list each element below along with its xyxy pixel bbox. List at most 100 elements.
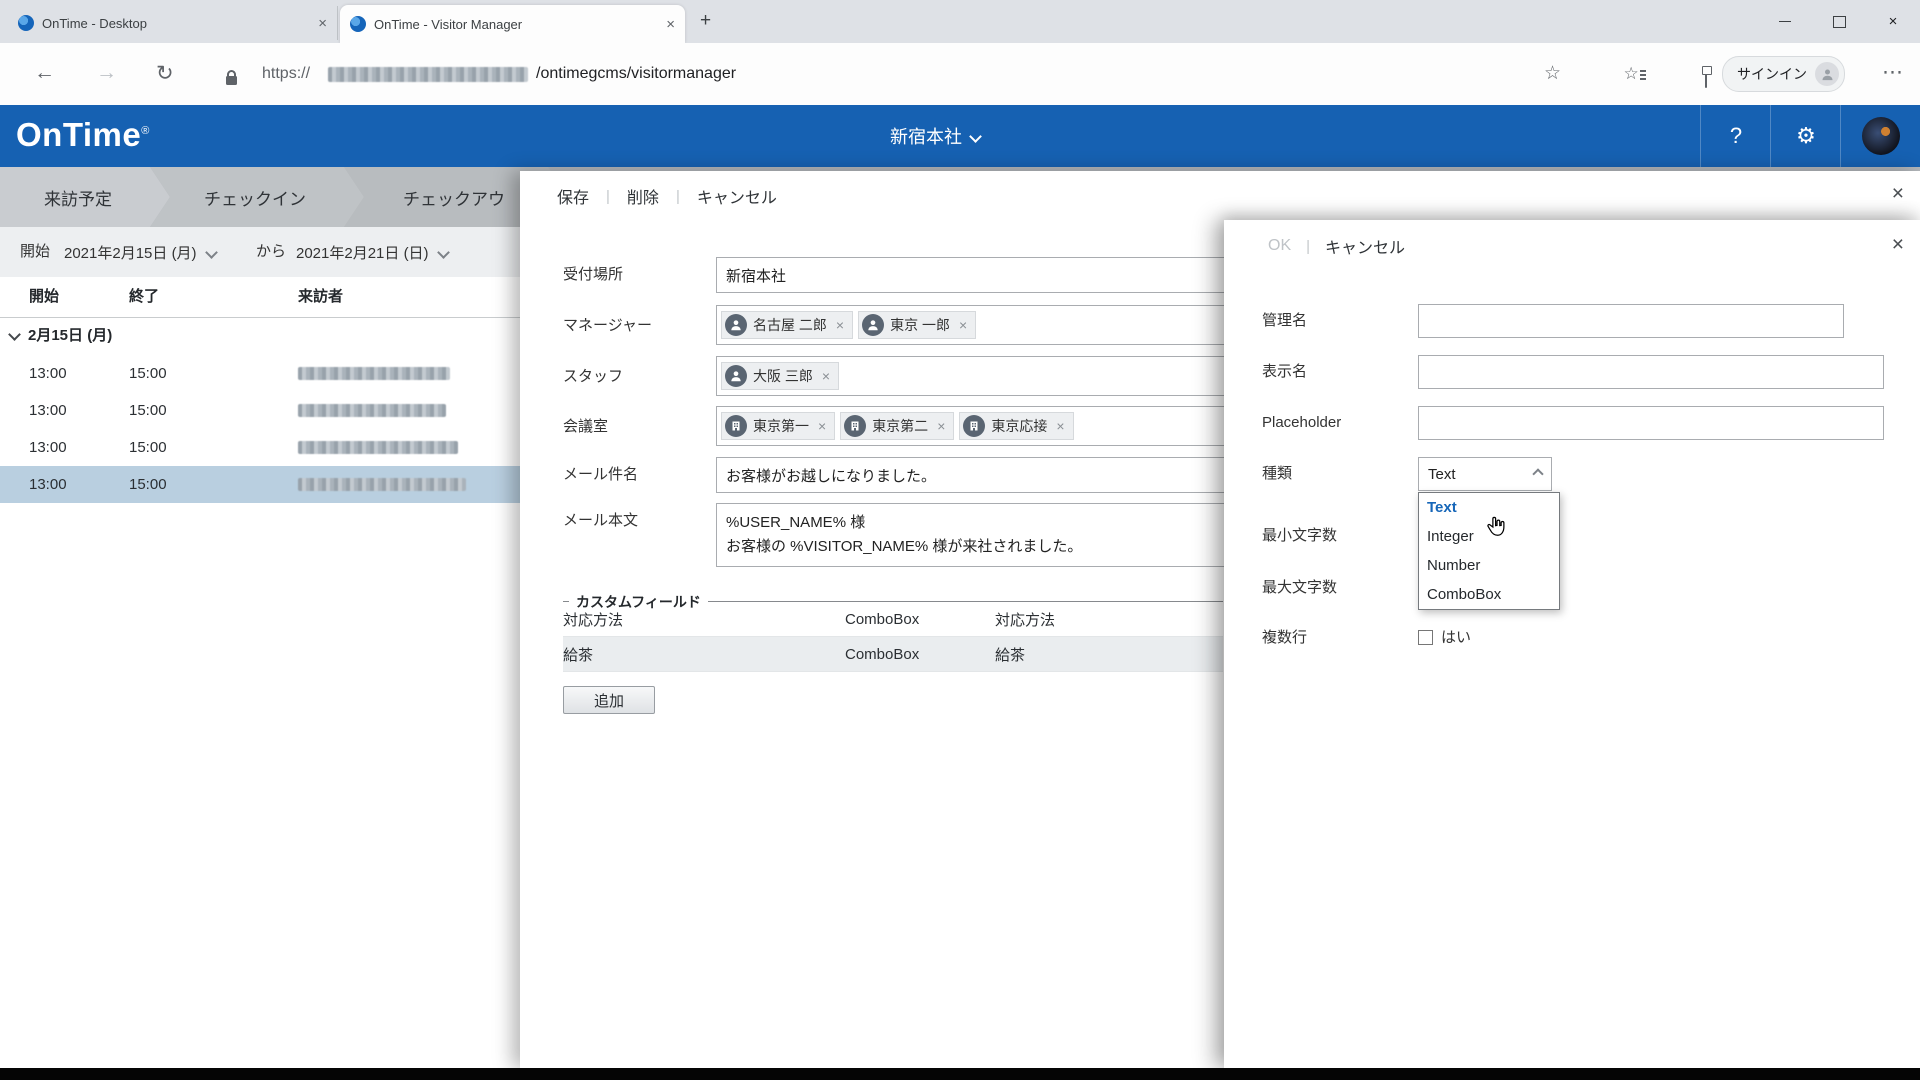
visit-row[interactable]: 13:00 15:00: [0, 355, 520, 392]
location-input[interactable]: 新宿本社: [716, 257, 1226, 293]
staff-label: スタッフ: [563, 358, 623, 396]
list-header-row: 開始 終了 来訪者: [0, 277, 520, 318]
close-icon: ×: [1889, 13, 1898, 30]
cancel-button[interactable]: キャンセル: [697, 184, 777, 208]
staff-chip[interactable]: 大阪 三郎 ×: [721, 362, 839, 390]
custom-field-row[interactable]: 給茶 ComboBox 給茶: [563, 637, 1223, 672]
mail-body-textarea[interactable]: %USER_NAME% 様 お客様の %VISITOR_NAME% 様が来社され…: [716, 503, 1226, 567]
type-select[interactable]: Text: [1418, 457, 1552, 491]
chip-remove-icon[interactable]: ×: [818, 418, 826, 434]
nav-tab-checkin[interactable]: チェックイン: [150, 167, 364, 227]
chip-remove-icon[interactable]: ×: [959, 317, 967, 333]
delete-button[interactable]: 削除: [627, 184, 659, 208]
chip-remove-icon[interactable]: ×: [836, 317, 844, 333]
favorite-star-icon[interactable]: ☆: [1544, 62, 1561, 85]
save-button[interactable]: 保存: [557, 184, 589, 208]
editor-close-icon[interactable]: ×: [1892, 183, 1904, 204]
ontime-favicon: [350, 16, 366, 32]
visitor-name-redacted: [298, 367, 450, 380]
url-path[interactable]: /ontimegcms/visitormanager: [536, 65, 736, 83]
ontime-favicon: [18, 15, 34, 31]
chip-remove-icon[interactable]: ×: [937, 418, 945, 434]
tab-close-icon[interactable]: ×: [666, 16, 675, 33]
dialog-close-icon[interactable]: ×: [1892, 234, 1904, 255]
manager-chip[interactable]: 名古屋 二郎 ×: [721, 311, 853, 339]
visit-row[interactable]: 13:00 15:00: [0, 429, 520, 466]
browser-address-bar: ← → ↻ https:// /ontimegcms/visitormanage…: [0, 43, 1920, 106]
visit-start: 13:00: [29, 466, 67, 503]
placeholder-label: Placeholder: [1262, 406, 1341, 440]
admin-name-label: 管理名: [1262, 304, 1307, 338]
window-close-button[interactable]: ×: [1866, 0, 1920, 43]
display-name-input[interactable]: [1418, 355, 1884, 389]
date-group-row[interactable]: 2月15日 (月): [0, 317, 520, 355]
dropdown-option-number[interactable]: Number: [1419, 551, 1559, 580]
collections-icon[interactable]: [1705, 69, 1707, 88]
multiline-checkbox[interactable]: [1418, 630, 1433, 645]
rooms-label: 会議室: [563, 408, 608, 446]
nav-tab-visit-schedule[interactable]: 来訪予定: [0, 167, 170, 227]
room-chip[interactable]: 東京第二 ×: [840, 412, 954, 440]
mail-subject-input[interactable]: お客様がお越しになりました。: [716, 457, 1226, 493]
app-logo: OnTime®: [16, 116, 150, 154]
mail-body-line: お客様の %VISITOR_NAME% 様が来社されました。: [726, 535, 1216, 559]
tab-ontime-desktop[interactable]: OnTime - Desktop ×: [8, 6, 338, 40]
placeholder-input[interactable]: [1418, 406, 1884, 440]
forward-icon[interactable]: →: [96, 61, 117, 85]
url-scheme: https://: [262, 65, 310, 83]
start-date-select[interactable]: 2021年2月15日 (月): [64, 227, 216, 277]
tab-close-icon[interactable]: ×: [318, 15, 327, 32]
help-button[interactable]: ?: [1700, 105, 1771, 167]
ok-button[interactable]: OK: [1268, 237, 1291, 255]
dropdown-option-combobox[interactable]: ComboBox: [1419, 580, 1559, 609]
new-tab-button[interactable]: +: [700, 10, 711, 32]
type-label: 種類: [1262, 457, 1292, 491]
add-custom-field-button[interactable]: 追加: [563, 686, 655, 714]
visit-row-selected[interactable]: 13:00 15:00: [0, 466, 520, 503]
building-icon: [963, 415, 985, 437]
mail-body-label: メール本文: [563, 509, 638, 530]
visitor-name-redacted: [298, 441, 458, 454]
end-date-select[interactable]: 2021年2月21日 (日): [296, 227, 448, 277]
add-button-label: 追加: [594, 690, 624, 711]
rooms-chipbox[interactable]: 東京第一 × 東京第二 × 東京応接 ×: [716, 406, 1226, 446]
chevron-down-icon: [969, 130, 982, 143]
gear-icon: ⚙: [1796, 123, 1816, 149]
location-selector[interactable]: 新宿本社: [890, 105, 980, 167]
dialog-cancel-button[interactable]: キャンセル: [1325, 234, 1405, 258]
back-icon[interactable]: ←: [34, 61, 55, 85]
start-date-value: 2021年2月15日 (月): [64, 242, 197, 263]
group-expand-icon[interactable]: [8, 328, 21, 341]
chip-remove-icon[interactable]: ×: [822, 368, 830, 384]
chip-label: 東京 一郎: [890, 315, 950, 335]
maximize-button[interactable]: [1812, 0, 1866, 43]
col-end: 終了: [129, 277, 159, 317]
tab-title: OnTime - Desktop: [42, 16, 310, 31]
user-avatar-button[interactable]: [1840, 105, 1920, 167]
nav-tab-label: チェックイン: [204, 185, 306, 210]
settings-button[interactable]: ⚙: [1770, 105, 1841, 167]
mail-body-line: %USER_NAME% 様: [726, 511, 1216, 535]
browser-menu-icon[interactable]: ⋯: [1882, 60, 1903, 85]
manager-chipbox[interactable]: 名古屋 二郎 × 東京 一郎 ×: [716, 305, 1226, 345]
signin-button[interactable]: サインイン: [1722, 56, 1845, 92]
favorites-bar-icon[interactable]: ☆: [1623, 64, 1638, 83]
chevron-down-icon: [437, 246, 450, 259]
manager-chip[interactable]: 東京 一郎 ×: [858, 311, 976, 339]
admin-name-input[interactable]: [1418, 304, 1844, 338]
person-icon: [725, 365, 747, 387]
room-chip[interactable]: 東京応接 ×: [959, 412, 1073, 440]
custom-field-type: ComboBox: [845, 646, 995, 663]
room-chip[interactable]: 東京第一 ×: [721, 412, 835, 440]
visit-start: 13:00: [29, 392, 67, 429]
toolbar-separator: |: [1306, 238, 1310, 255]
staff-chipbox[interactable]: 大阪 三郎 ×: [716, 356, 1226, 396]
chip-remove-icon[interactable]: ×: [1056, 418, 1064, 434]
visit-row[interactable]: 13:00 15:00: [0, 392, 520, 429]
chip-label: 名古屋 二郎: [753, 315, 827, 335]
minimize-button[interactable]: [1758, 0, 1812, 43]
signin-label: サインイン: [1737, 64, 1807, 84]
custom-field-name: 給茶: [563, 644, 845, 665]
tab-ontime-visitor-manager[interactable]: OnTime - Visitor Manager ×: [340, 5, 685, 43]
reload-icon[interactable]: ↻: [156, 61, 174, 86]
